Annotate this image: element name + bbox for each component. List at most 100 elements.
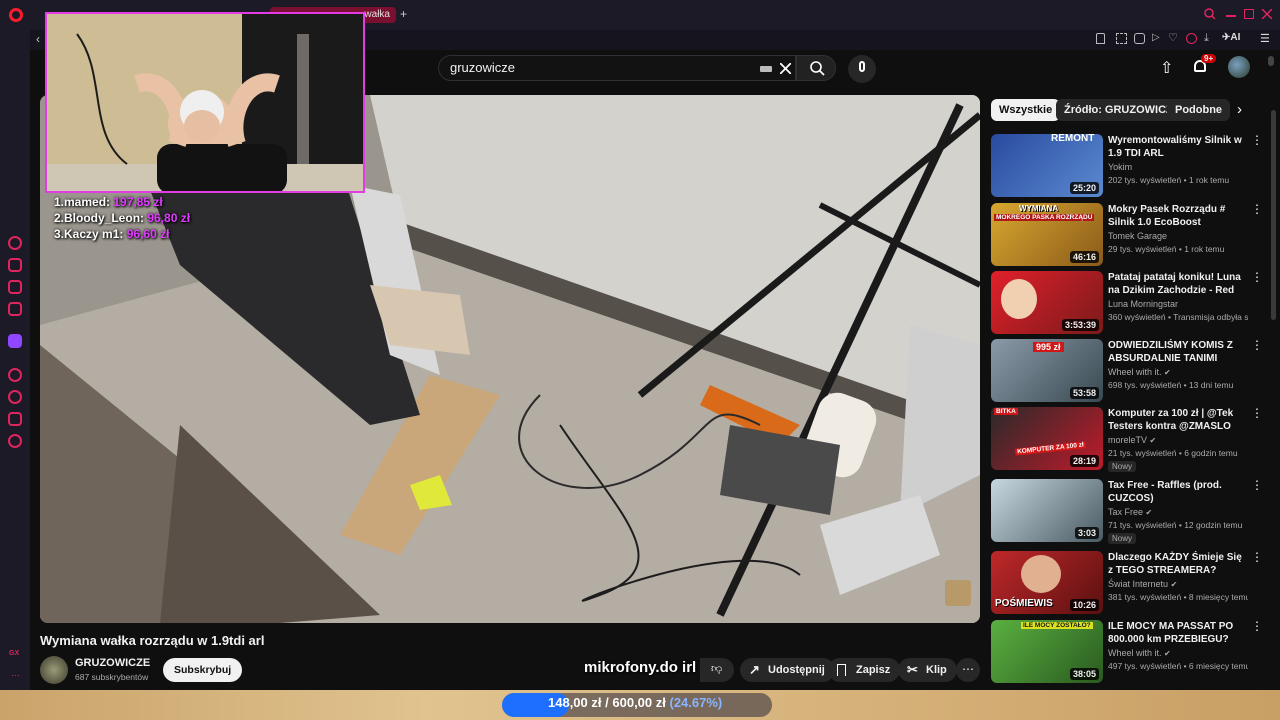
recommendation-item[interactable]: ILE MOCY ZOSTAŁO? 38:05 ILE MOCY MA PASS… [991, 620, 1271, 684]
download-icon[interactable]: ⤓ [1204, 32, 1209, 45]
leaderboard-entry-2: 2.Bloody_Leon: 96,80 zł [54, 211, 190, 225]
tab-label: wałka [364, 9, 390, 20]
video-thumbnail[interactable]: POŚMIEWIS 10:26 [991, 551, 1103, 614]
recommendation-item[interactable]: BITKA KOMPUTER ZA 100 zł 28:19 Komputer … [991, 407, 1271, 472]
recommendation-item[interactable]: REMONT 25:20 Wyremontowaliśmy Silnik w 1… [991, 134, 1271, 198]
leaderboard-entry-1: 1.mamed: 197,85 zł [54, 195, 163, 209]
kebab-menu-icon[interactable]: ⋮ [1251, 271, 1263, 283]
kebab-menu-icon[interactable]: ⋮ [1251, 134, 1263, 146]
search-button[interactable] [796, 55, 836, 81]
recommendation-title[interactable]: ILE MOCY MA PASSAT PO 800.000 km PRZEBIE… [1108, 620, 1243, 646]
kebab-menu-icon[interactable]: ⋮ [1251, 551, 1263, 563]
recommendation-channel[interactable]: moreleTV ✔ [1108, 435, 1156, 445]
chip-all[interactable]: Wszystkie [991, 99, 1061, 121]
kebab-menu-icon[interactable]: ⋮ [1251, 203, 1263, 215]
thumbnail-figure [1001, 279, 1037, 319]
recommendation-meta: 497 tys. wyświetleń • 6 miesięcy temu [1108, 661, 1248, 671]
close-window-icon[interactable] [1262, 9, 1272, 19]
opera-logo-icon[interactable] [9, 8, 23, 22]
voice-search-button[interactable] [848, 55, 876, 83]
save-button[interactable]: Zapisz [828, 658, 901, 682]
clip-button[interactable]: ✂ Klip [898, 658, 957, 682]
chevron-right-icon[interactable]: › [1237, 101, 1242, 118]
gx-control-icon[interactable] [8, 236, 22, 250]
snapshot-icon[interactable] [1116, 33, 1127, 44]
minimize-icon[interactable] [1226, 15, 1236, 17]
settings-icon[interactable] [8, 434, 22, 448]
recommendation-item[interactable]: WYMIANA MOKREGO PASKA ROZRZĄDU 46:16 Mok… [991, 203, 1271, 267]
kebab-menu-icon[interactable]: ⋮ [1251, 620, 1263, 632]
channel-name[interactable]: GRUZOWICZE [75, 657, 150, 669]
duration-badge: 28:19 [1069, 455, 1099, 467]
recommendation-title[interactable]: Tax Free - Raffles (prod. CUZCOS) [1108, 479, 1243, 505]
thumbnail-text: ILE MOCY ZOSTAŁO? [1021, 622, 1093, 629]
dislike-button[interactable]: 👎︎ [700, 658, 734, 682]
kebab-menu-icon[interactable]: ⋮ [1251, 407, 1263, 419]
rank: 3. [54, 227, 65, 241]
channel-avatar[interactable] [40, 656, 68, 684]
video-thumbnail[interactable]: 3:53:39 [991, 271, 1103, 334]
history-icon[interactable] [8, 390, 22, 404]
share-button[interactable]: ↗ Udostępnij [740, 658, 835, 682]
recommendation-title[interactable]: Komputer za 100 zł | @Tek Testers kontra… [1108, 407, 1243, 433]
recommendation-item[interactable]: 3:53:39 Patataj patataj koniku! Luna na … [991, 271, 1271, 335]
player-sidebar-icon[interactable] [8, 368, 22, 382]
recommendation-title[interactable]: Wyremontowaliśmy Silnik w 1.9 TDI ARL [1108, 134, 1243, 160]
adblock-icon[interactable] [1134, 33, 1145, 44]
kebab-menu-icon[interactable]: ⋮ [1251, 339, 1263, 351]
recommendation-item[interactable]: 995 zł 53:58 ODWIEDZILIŚMY KOMIS Z ABSUR… [991, 339, 1271, 403]
bookmark-icon[interactable] [1096, 33, 1105, 44]
upload-icon[interactable]: ⇧ [1160, 58, 1173, 78]
recommendation-channel[interactable]: Yokim [1108, 162, 1132, 172]
verified-icon: ✔ [1145, 508, 1153, 517]
back-icon[interactable]: ‹ [36, 32, 40, 46]
more-actions-button[interactable]: ⋯ [956, 658, 980, 682]
new-tab-button[interactable]: + [400, 7, 407, 21]
heart-icon[interactable]: ♡ [1168, 31, 1178, 44]
recommendation-channel[interactable]: Luna Morningstar [1108, 299, 1178, 309]
gx-cleaner-icon[interactable] [8, 258, 22, 272]
search-input[interactable]: gruzowicze [438, 55, 796, 81]
scrollbar-up[interactable] [1268, 56, 1274, 66]
recommendation-channel[interactable]: Wheel with it. ✔ [1108, 367, 1171, 377]
chip-related[interactable]: Podobne [1167, 99, 1231, 121]
discord-icon[interactable] [8, 280, 22, 294]
channel-name: moreleTV [1108, 435, 1148, 445]
channel-name: Wheel with it. [1108, 367, 1162, 377]
kebab-menu-icon[interactable]: ⋮ [1251, 479, 1263, 491]
scrollbar-thumb[interactable] [1271, 110, 1276, 320]
recommendation-meta: 698 tys. wyświetleń • 13 dni temu [1108, 380, 1234, 390]
twitch-icon[interactable] [8, 334, 22, 348]
easy-setup-icon[interactable]: ☰ [1260, 32, 1270, 45]
video-thumbnail[interactable]: 3:03 [991, 479, 1103, 542]
player-icon[interactable]: ▷ [1152, 32, 1160, 43]
keyboard-icon[interactable] [760, 66, 772, 72]
clear-search-icon[interactable] [780, 63, 791, 74]
recommendation-title[interactable]: Mokry Pasek Rozrządu # Silnik 1.0 EcoBoo… [1108, 203, 1243, 229]
recommendation-channel[interactable]: Tax Free ✔ [1108, 507, 1152, 517]
messenger-icon[interactable] [8, 302, 22, 316]
subscribe-button[interactable]: Subskrybuj [163, 658, 243, 682]
profile-icon[interactable] [1186, 33, 1197, 44]
video-thumbnail[interactable]: REMONT 25:20 [991, 134, 1103, 197]
recommendation-channel[interactable]: Tomek Garage [1108, 231, 1167, 241]
extensions-icon[interactable] [8, 412, 22, 426]
recommendation-title[interactable]: Patataj patataj koniku! Luna na Dzikim Z… [1108, 271, 1243, 297]
more-icon[interactable]: ⋯ [11, 670, 20, 681]
recommendation-channel[interactable]: Wheel with it. ✔ [1108, 648, 1171, 658]
recommendation-title[interactable]: Dlaczego KAŻDY Śmieje Się z TEGO STREAME… [1108, 551, 1243, 577]
video-thumbnail[interactable]: ILE MOCY ZOSTAŁO? 38:05 [991, 620, 1103, 683]
recommendation-item[interactable]: 3:03 Tax Free - Raffles (prod. CUZCOS) T… [991, 479, 1271, 544]
video-thumbnail[interactable]: BITKA KOMPUTER ZA 100 zł 28:19 [991, 407, 1103, 470]
video-thumbnail[interactable]: WYMIANA MOKREGO PASKA ROZRZĄDU 46:16 [991, 203, 1103, 266]
restore-icon[interactable] [1244, 9, 1254, 19]
notifications-button[interactable]: 9+ [1192, 54, 1217, 74]
recommendation-item[interactable]: POŚMIEWIS 10:26 Dlaczego KAŻDY Śmieje Si… [991, 551, 1271, 615]
video-thumbnail[interactable]: 995 zł 53:58 [991, 339, 1103, 402]
recommendation-title[interactable]: ODWIEDZILIŚMY KOMIS Z ABSURDALNIE TANIMI… [1108, 339, 1243, 365]
ai-button[interactable]: ✈AI [1222, 32, 1240, 43]
avatar[interactable] [1228, 56, 1250, 78]
recommendation-channel[interactable]: Świat Internetu ✔ [1108, 579, 1177, 589]
search-icon[interactable] [1204, 8, 1216, 20]
donation-current: 148,00 zł [548, 695, 602, 710]
